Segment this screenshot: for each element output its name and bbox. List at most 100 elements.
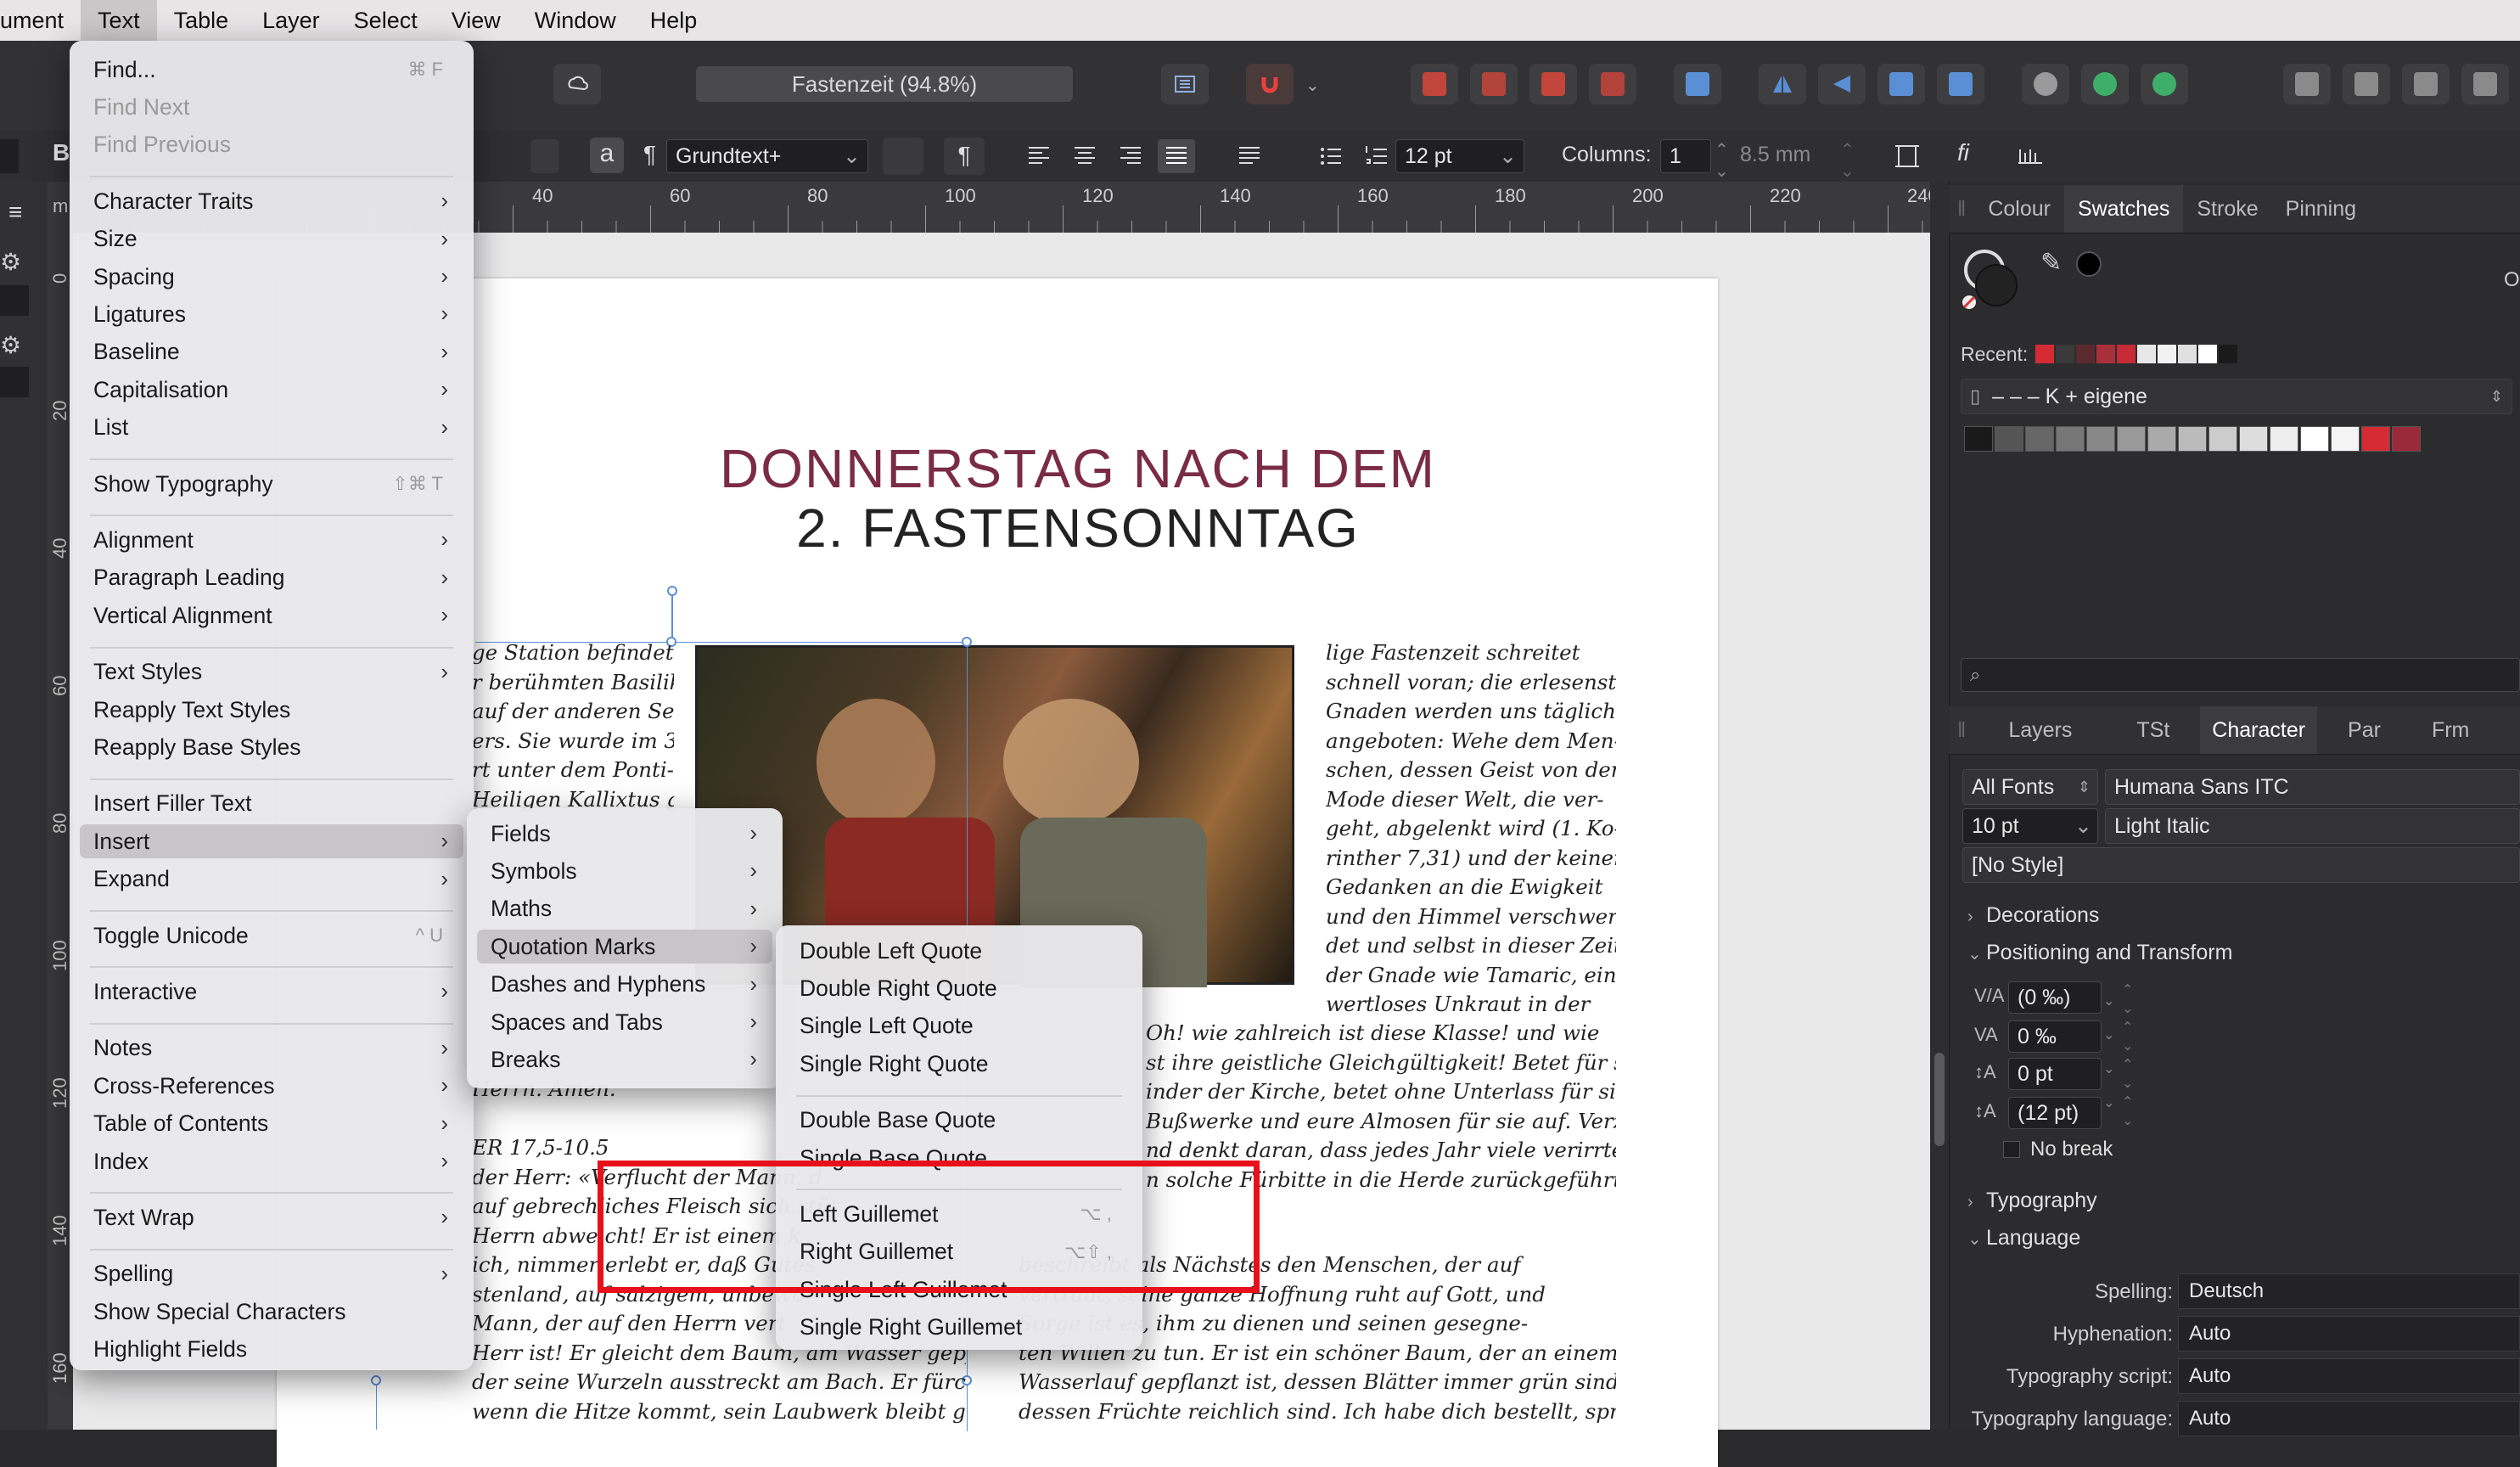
palette-swatch[interactable]: [2209, 426, 2237, 452]
menu-item-reapply-text-styles[interactable]: Reapply Text Styles: [80, 693, 463, 727]
flip-vertical-button[interactable]: [1818, 64, 1866, 104]
font-collection-select[interactable]: All Fonts ⇕: [1962, 769, 2098, 805]
menu-item-character-traits[interactable]: Character Traits ›: [80, 184, 463, 218]
gear-icon[interactable]: ⚙: [0, 248, 21, 276]
numbered-list-button[interactable]: [1358, 139, 1395, 173]
scrollbar-thumb[interactable]: [1934, 1053, 1945, 1146]
fill-stroke-wells[interactable]: [1961, 244, 2029, 312]
palette-swatch[interactable]: [2086, 426, 2115, 452]
align-objects-left-button[interactable]: [2283, 64, 2331, 104]
quote-item-double-base-quote[interactable]: Double Base Quote: [786, 1104, 1132, 1138]
tab-frame[interactable]: Frm: [2411, 706, 2489, 754]
selection-handle[interactable]: [371, 1375, 381, 1386]
rotate-right-button[interactable]: [1937, 64, 1984, 104]
typography-script-select[interactable]: Auto: [2178, 1358, 2520, 1394]
menu-item-interactive[interactable]: Interactive ›: [80, 975, 463, 1009]
menu-item-cross-references[interactable]: Cross-References ›: [80, 1069, 463, 1103]
character-style-button[interactable]: a: [590, 138, 624, 173]
menu-item-paragraph-leading[interactable]: Paragraph Leading ›: [80, 561, 463, 595]
palette-select[interactable]: ▯ – – – K + eigene ⇕: [1961, 379, 2512, 414]
section-positioning[interactable]: ⌄ Positioning and Transform: [1967, 941, 2232, 965]
menu-item-highlight-fields[interactable]: Highlight Fields: [80, 1333, 463, 1367]
recent-swatch[interactable]: [2198, 345, 2217, 363]
quote-item-single-right-guillemet[interactable]: Single Right Guillemet: [786, 1311, 1132, 1345]
palette-swatch[interactable]: [2239, 426, 2268, 452]
menu-item-find[interactable]: Find... ⌘ F: [80, 53, 463, 87]
quote-item-single-left-quote[interactable]: Single Left Quote: [786, 1009, 1132, 1043]
menu-item-size[interactable]: Size ›: [80, 222, 463, 256]
character-style-field[interactable]: [No Style]: [1962, 847, 2520, 883]
stepper-column[interactable]: ⌃ ⌄ ⌃ ⌄ ⌃ ⌄ ⌃ ⌄: [2122, 981, 2133, 1131]
char-font-size-field[interactable]: 10 pt ⌄: [1962, 808, 2098, 844]
menu-item-text-wrap[interactable]: Text Wrap ›: [80, 1200, 463, 1234]
align-right-text-button[interactable]: [1112, 139, 1149, 173]
text-column-right-top[interactable]: lige Fastenzeit schreitet schnell voran; …: [1326, 638, 1616, 1020]
columns-stepper[interactable]: ⌃ ⌄: [1715, 139, 1729, 182]
menu-item-show-special-characters[interactable]: Show Special Characters: [80, 1295, 463, 1329]
recent-swatch[interactable]: [2035, 345, 2054, 363]
recent-swatch[interactable]: [2219, 345, 2237, 363]
boolean-add-button[interactable]: [2022, 64, 2069, 104]
recent-swatch[interactable]: [2158, 345, 2176, 363]
palette-swatch[interactable]: [1995, 426, 2023, 452]
panel-grip[interactable]: ‖: [1949, 706, 1974, 754]
paragraph-style-select[interactable]: Grundtext+ ⌄: [666, 139, 868, 173]
eyedropper-icon[interactable]: ✎: [2040, 248, 2062, 278]
menu-item-reapply-base-styles[interactable]: Reapply Base Styles: [80, 730, 463, 764]
menu-item-notes[interactable]: Notes ›: [80, 1031, 463, 1065]
quote-item-double-left-quote[interactable]: Double Left Quote: [786, 934, 1132, 968]
arrange-front-button[interactable]: [1411, 64, 1458, 104]
typography-language-select[interactable]: Auto: [2178, 1401, 2520, 1436]
tab-character[interactable]: Character: [2200, 706, 2318, 754]
menu-help[interactable]: Help: [633, 0, 715, 41]
preflight-button[interactable]: [553, 64, 601, 104]
insert-item-quotation-marks[interactable]: Quotation Marks ›: [477, 930, 772, 964]
menu-item-spelling[interactable]: Spelling ›: [80, 1257, 463, 1291]
palette-swatch[interactable]: [2056, 426, 2085, 452]
bold-button[interactable]: B: [53, 139, 70, 166]
align-left-text-button[interactable]: [1020, 139, 1058, 173]
text-style-toggle[interactable]: [530, 139, 559, 173]
tab-stroke[interactable]: Stroke: [2183, 185, 2271, 233]
menu-window[interactable]: Window: [518, 0, 633, 41]
gutter-field[interactable]: 8.5 mm: [1740, 143, 1810, 167]
palette-swatch[interactable]: [2025, 426, 2054, 452]
align-objects-top-button[interactable]: [2461, 64, 2509, 104]
font-style-field[interactable]: Light Italic: [2105, 808, 2520, 844]
menu-item-ligatures[interactable]: Ligatures ›: [80, 297, 463, 331]
menu-item-toggle-unicode[interactable]: Toggle Unicode ^ U: [80, 919, 463, 953]
tool-well[interactable]: [0, 285, 29, 316]
boolean-intersect-button[interactable]: [2141, 64, 2188, 104]
recent-swatch[interactable]: [2137, 345, 2156, 363]
menu-item-table-of-contents[interactable]: Table of Contents ›: [80, 1107, 463, 1141]
dropdown-column[interactable]: ⌄ ⌄ ⌄ ⌄: [2103, 985, 2114, 1121]
menu-select[interactable]: Select: [337, 0, 435, 41]
insert-item-maths[interactable]: Maths ›: [477, 892, 772, 926]
section-typography[interactable]: › Typography: [1967, 1189, 2097, 1213]
align-left-button[interactable]: [1674, 64, 1721, 104]
tool-well[interactable]: [0, 367, 29, 397]
menu-view[interactable]: View: [435, 0, 518, 41]
menu-item-expand[interactable]: Expand ›: [80, 863, 463, 896]
arrange-backward-button[interactable]: [1529, 64, 1577, 104]
section-language[interactable]: ⌄ Language: [1967, 1226, 2080, 1251]
gear-icon[interactable]: ⚙: [0, 331, 21, 359]
font-family-field[interactable]: Humana Sans ITC: [2105, 769, 2520, 805]
recent-swatch[interactable]: [2178, 345, 2197, 363]
menu-item-baseline[interactable]: Baseline ›: [80, 335, 463, 369]
palette-swatch[interactable]: [2361, 426, 2390, 452]
opentype-button[interactable]: fi: [1957, 139, 1969, 166]
recent-swatch[interactable]: [2096, 345, 2115, 363]
boolean-subtract-button[interactable]: [2081, 64, 2129, 104]
leading-field[interactable]: (12 pt): [2008, 1097, 2102, 1129]
menu-item-vertical-alignment[interactable]: Vertical Alignment ›: [80, 599, 463, 632]
baseline-grid-button[interactable]: [2012, 139, 2049, 173]
vertical-scrollbar[interactable]: [1930, 182, 1949, 1430]
insert-item-spaces-and-tabs[interactable]: Spaces and Tabs ›: [477, 1005, 772, 1039]
palette-swatch[interactable]: [2392, 426, 2421, 452]
menu-item-alignment[interactable]: Alignment ›: [80, 523, 463, 557]
insert-item-breaks[interactable]: Breaks ›: [477, 1043, 772, 1076]
insert-item-fields[interactable]: Fields ›: [477, 817, 772, 851]
swatch-search-input[interactable]: ⌕: [1961, 658, 2520, 692]
menu-table[interactable]: Table: [157, 0, 246, 41]
